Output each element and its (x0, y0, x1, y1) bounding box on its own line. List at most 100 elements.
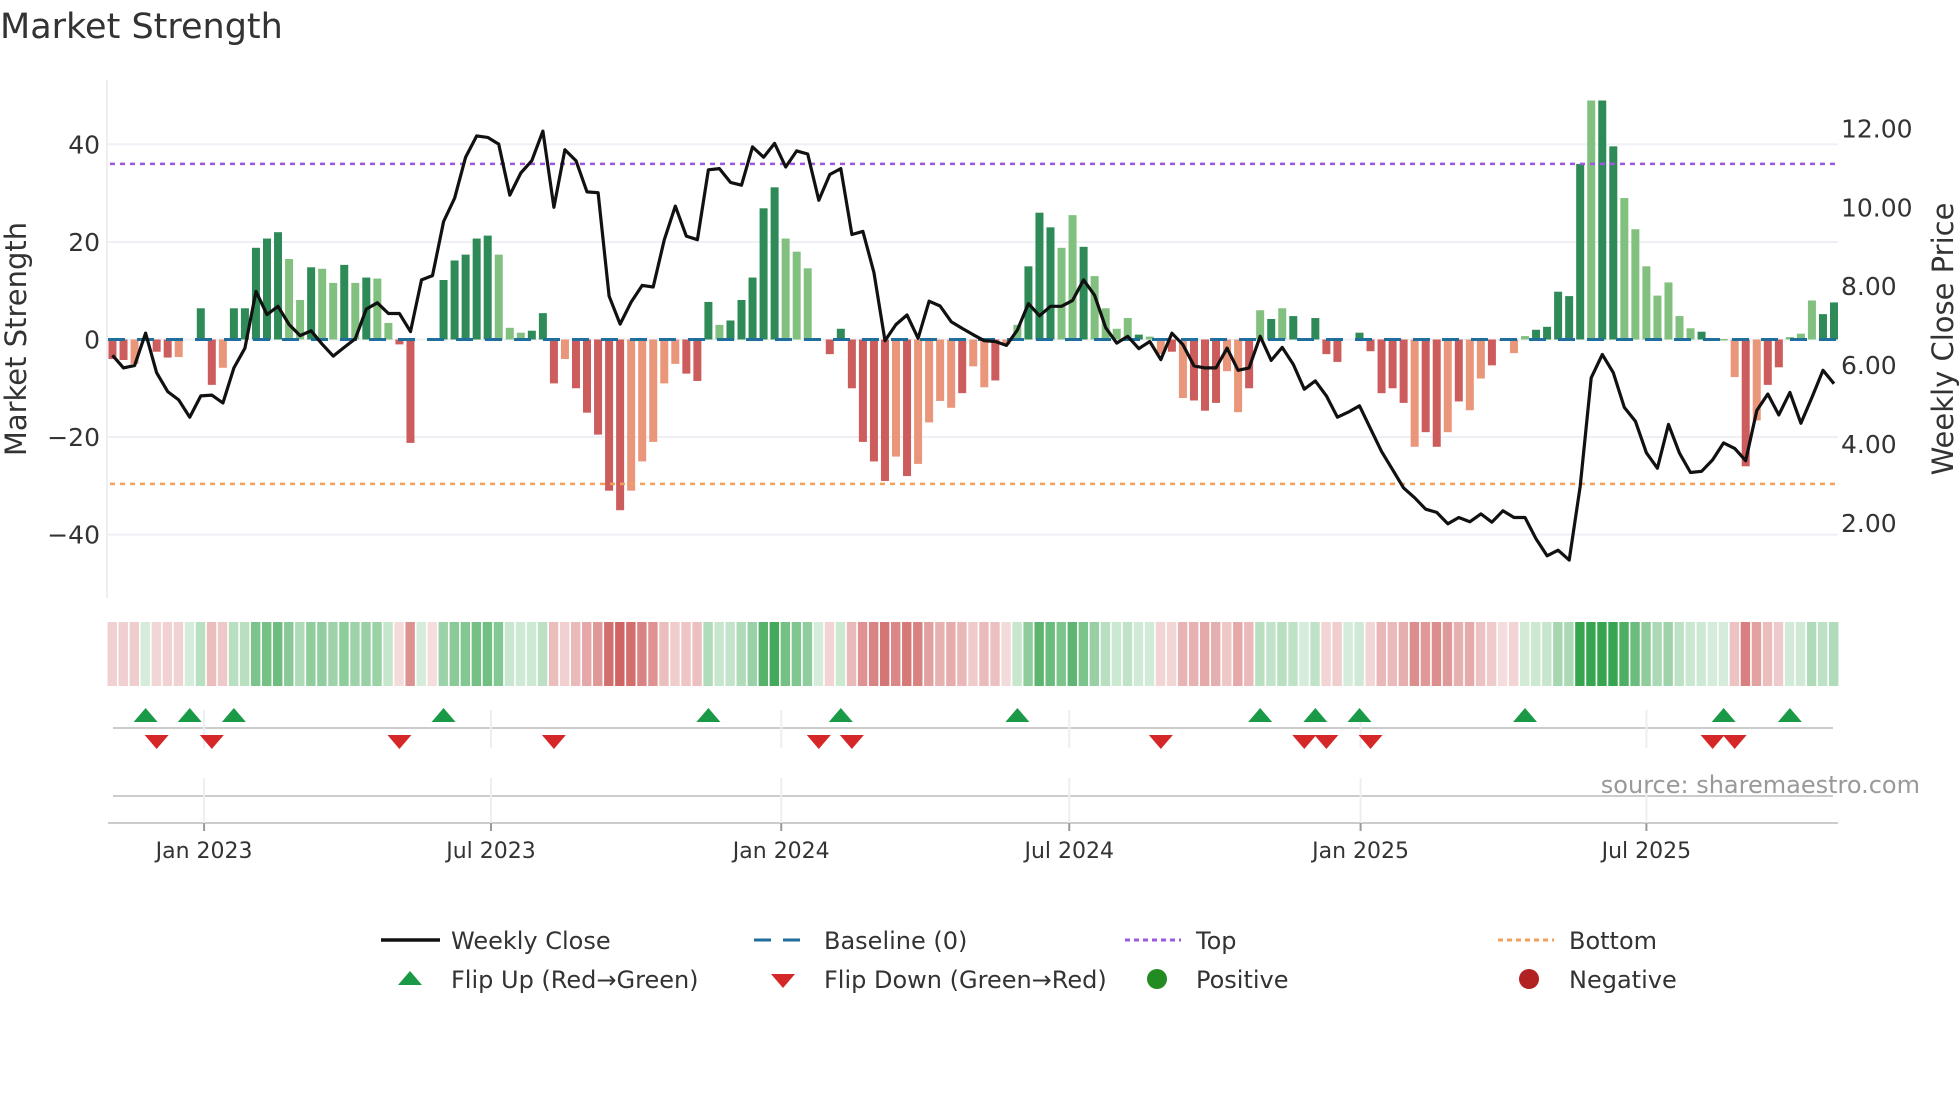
strength-bar (406, 339, 415, 443)
y2-tick-label: 6.00 (1841, 351, 1897, 380)
strip-cell (1486, 622, 1497, 686)
strength-bar (903, 339, 912, 477)
strip-cell (184, 622, 195, 686)
strip-cell (493, 622, 504, 686)
strength-bar (748, 277, 757, 340)
strength-bar (980, 339, 989, 388)
strip-cell (173, 622, 184, 686)
strip-cell (1641, 622, 1651, 686)
strip-cell (582, 622, 592, 686)
strength-bar (274, 232, 283, 340)
strip-cell (1630, 622, 1640, 686)
flip-up-marker (177, 708, 202, 722)
strip-cell (1707, 622, 1718, 686)
strip-cell (1321, 622, 1331, 686)
strength-bar (1807, 300, 1816, 340)
strip-cell (714, 622, 724, 686)
strip-cell (835, 622, 846, 686)
flip-up-marker (1777, 708, 1802, 722)
strip-cell (979, 622, 989, 686)
strength-bar (1664, 282, 1673, 340)
strip-cell (361, 622, 371, 686)
legend-flip-up-icon (398, 971, 422, 985)
strip-cell (604, 622, 614, 686)
strength-bar (1631, 229, 1640, 340)
strip-cell (1343, 622, 1353, 686)
strength-bar (969, 339, 978, 367)
strip-cell (471, 622, 482, 686)
strength-bar (1200, 339, 1209, 411)
strip-cell (891, 622, 901, 686)
strip-cell (1453, 622, 1464, 686)
strip-cell (648, 622, 658, 686)
strength-bar (505, 327, 514, 340)
strip-cell (1553, 622, 1563, 686)
strip-cell (162, 622, 173, 686)
x-tick-label: Jan 2025 (1310, 839, 1409, 864)
y2-tick-label: 2.00 (1841, 509, 1897, 538)
strip-cell (725, 622, 735, 686)
strip-cell (1564, 622, 1574, 686)
strip-cell (1100, 622, 1111, 686)
strength-heat-strip (107, 622, 1839, 686)
strength-bar (384, 322, 393, 340)
flip-down-marker (1700, 735, 1725, 749)
strength-bar (1057, 247, 1066, 340)
strength-bar (318, 268, 327, 340)
strength-bar (1774, 339, 1783, 368)
strip-cell (1023, 622, 1033, 686)
strength-bar (825, 339, 834, 355)
strength-bar (538, 313, 547, 340)
strength-bar (1454, 339, 1463, 402)
strip-cell (747, 622, 757, 686)
x-tick-label: Jul 2023 (444, 839, 536, 864)
strip-cell (526, 622, 537, 686)
strength-bar (439, 279, 448, 340)
strip-cell (968, 622, 978, 686)
strip-cell (1188, 622, 1199, 686)
strip-cell (1166, 622, 1177, 686)
strip-cell (593, 622, 603, 686)
legend-baseline-label: Baseline (0) (824, 927, 967, 955)
strip-cell (1619, 622, 1629, 686)
strip-cell (217, 622, 228, 686)
strip-cell (1608, 622, 1618, 686)
flip-down-marker (1314, 735, 1339, 749)
strip-cell (703, 622, 713, 686)
strip-cell (1475, 622, 1486, 686)
strip-cell (1497, 622, 1508, 686)
strip-cell (1089, 622, 1100, 686)
strip-cell (1729, 622, 1740, 686)
strip-cell (1111, 622, 1122, 686)
strength-bar (1730, 339, 1739, 378)
strip-cell (1266, 622, 1276, 686)
strength-bar (229, 308, 238, 340)
flip-marker-panel (113, 708, 1833, 749)
strength-bar (792, 251, 801, 340)
strength-bar (605, 339, 614, 491)
y-tick-label: −20 (47, 423, 100, 452)
strength-bar (196, 308, 205, 340)
strength-bar (152, 339, 161, 352)
strength-bar (1830, 302, 1838, 340)
strip-cell (626, 622, 636, 686)
strength-bar (936, 339, 945, 401)
strip-cell (295, 622, 305, 686)
strip-cell (339, 622, 349, 686)
strength-bar (726, 320, 735, 340)
y-tick-label: 20 (68, 228, 100, 257)
strip-cell (1597, 622, 1607, 686)
strip-cell (515, 622, 526, 686)
strip-cell (570, 622, 581, 686)
strength-bar (1653, 295, 1662, 340)
strength-bar (1476, 339, 1485, 379)
flip-up-marker (133, 708, 158, 722)
strength-bar (218, 339, 227, 368)
strength-bar (1598, 100, 1607, 340)
market-strength-chart: Market Strength 40 20 0 −20 −40 12.00 10.00 8.… (0, 7, 1960, 994)
flip-up-marker (828, 708, 853, 722)
strip-cell (758, 622, 768, 686)
strength-bar (925, 339, 934, 423)
strength-bar (1035, 212, 1044, 340)
strip-cell (1520, 622, 1530, 686)
